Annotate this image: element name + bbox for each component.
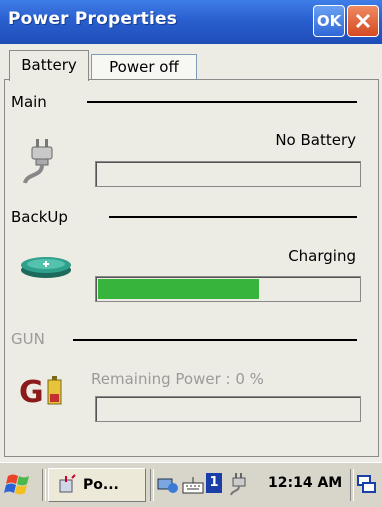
main-progress-bar (95, 161, 361, 187)
window-title: Power Properties (8, 9, 178, 29)
clock[interactable]: 12:14 AM (268, 475, 342, 491)
network-icon[interactable] (157, 475, 179, 499)
taskbar-separator (42, 469, 46, 501)
power-app-icon (59, 474, 76, 493)
backup-progress-fill (98, 279, 259, 299)
close-icon (355, 13, 371, 29)
start-button[interactable] (4, 470, 38, 500)
input-mode-indicator[interactable]: 1 (206, 473, 222, 493)
gun-status: Remaining Power : 0 % (91, 370, 264, 388)
close-button[interactable] (347, 5, 379, 37)
backup-divider (109, 216, 357, 218)
power-plug-tray-icon[interactable] (228, 472, 250, 500)
taskbar-power-properties-button[interactable]: Po... (48, 468, 146, 502)
backup-progress-bar (95, 276, 361, 302)
tray-separator (150, 469, 154, 501)
tab-power-off[interactable]: Power off (91, 54, 197, 80)
battery-disc-icon (19, 255, 73, 283)
ok-button[interactable]: OK (313, 5, 345, 37)
keyboard-icon[interactable] (182, 475, 204, 499)
main-divider (87, 101, 357, 103)
svg-text:G: G (19, 375, 44, 408)
gun-progress-bar (95, 396, 361, 422)
tab-battery[interactable]: Battery (9, 50, 89, 81)
plug-icon (21, 137, 65, 191)
taskbar-task-label: Po... (83, 477, 119, 493)
title-bar: Power Properties OK (0, 0, 382, 44)
tab-strip: Battery Power off (0, 44, 382, 81)
backup-status: Charging (288, 247, 356, 265)
gun-divider (73, 339, 357, 341)
gun-battery-icon: G (19, 372, 67, 412)
main-label: Main (11, 93, 47, 111)
windows-flag-icon (4, 474, 29, 495)
backup-label: BackUp (11, 208, 68, 226)
taskbar: Po... 1 12:14 AM (0, 462, 382, 507)
gun-label: GUN (11, 330, 45, 348)
desktop-icon[interactable] (357, 475, 377, 499)
clock-separator (350, 469, 354, 501)
battery-panel: Main No Battery BackUp Charging GUN G Re… (4, 79, 379, 457)
main-status: No Battery (275, 131, 356, 149)
